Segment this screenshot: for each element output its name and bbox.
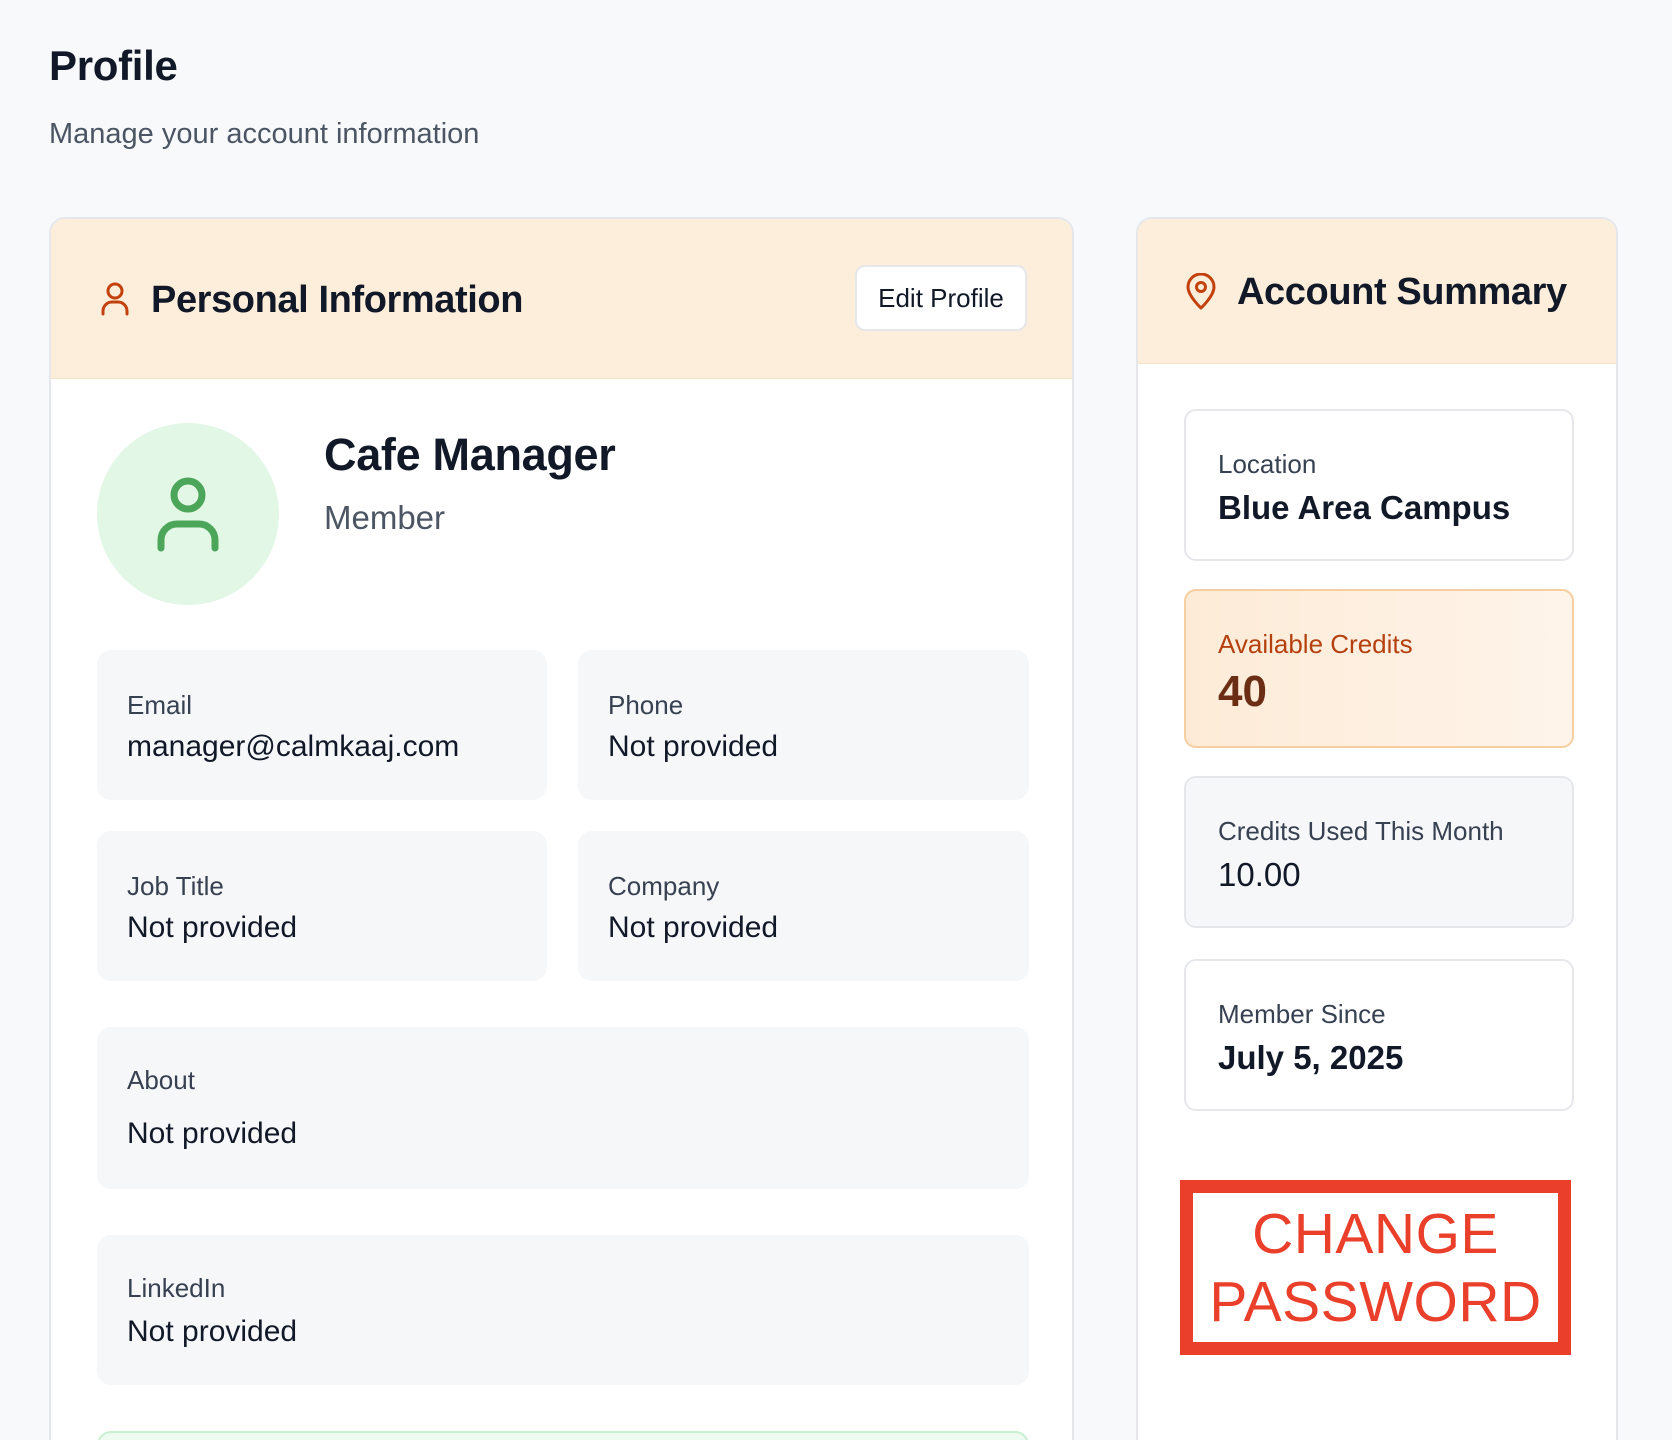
user-name: Cafe Manager	[324, 429, 616, 480]
phone-field: Phone Not provided	[578, 650, 1029, 800]
available-credits-summary: Available Credits 40	[1184, 589, 1574, 748]
about-value: Not provided	[127, 1117, 298, 1150]
about-field: About Not provided	[97, 1027, 1029, 1189]
email-value: manager@calmkaaj.com	[127, 730, 460, 763]
credits-used-label: Credits Used This Month	[1218, 816, 1504, 846]
map-pin-icon	[1184, 272, 1218, 311]
credits-used-value: 10.00	[1218, 856, 1301, 893]
location-summary: Location Blue Area Campus	[1184, 409, 1574, 561]
email-field: Email manager@calmkaaj.com	[97, 650, 547, 800]
avatar	[97, 423, 279, 605]
page-title: Profile	[49, 42, 178, 89]
change-password-button[interactable]: CHANGE PASSWORD	[1180, 1180, 1571, 1355]
linkedin-field: LinkedIn Not provided	[97, 1235, 1029, 1385]
about-label: About	[127, 1065, 195, 1095]
job-title-field: Job Title Not provided	[97, 831, 547, 981]
status-panel	[97, 1431, 1029, 1440]
linkedin-value: Not provided	[127, 1315, 298, 1348]
credits-used-summary: Credits Used This Month 10.00	[1184, 776, 1574, 928]
job-title-label: Job Title	[127, 871, 224, 901]
email-label: Email	[127, 690, 193, 720]
account-summary-header: Account Summary	[1138, 219, 1616, 364]
location-label: Location	[1218, 449, 1317, 479]
profile-page: Profile Manage your account information …	[0, 0, 1672, 1440]
location-value: Blue Area Campus	[1218, 489, 1511, 526]
personal-information-card: Personal Information Edit Profile Cafe M…	[49, 217, 1074, 1440]
company-value: Not provided	[608, 911, 779, 944]
member-since-summary: Member Since July 5, 2025	[1184, 959, 1574, 1111]
company-label: Company	[608, 871, 720, 901]
company-field: Company Not provided	[578, 831, 1029, 981]
user-icon	[99, 281, 131, 317]
change-password-label: CHANGE PASSWORD	[1209, 1201, 1542, 1334]
job-title-value: Not provided	[127, 911, 298, 944]
phone-label: Phone	[608, 690, 684, 720]
linkedin-label: LinkedIn	[127, 1273, 226, 1303]
member-since-value: July 5, 2025	[1218, 1039, 1404, 1076]
phone-value: Not provided	[608, 730, 779, 763]
personal-information-title: Personal Information	[151, 279, 524, 321]
available-credits-label: Available Credits	[1218, 629, 1413, 659]
edit-profile-button[interactable]: Edit Profile	[855, 265, 1027, 331]
account-summary-title: Account Summary	[1237, 271, 1567, 313]
personal-information-header: Personal Information Edit Profile	[51, 219, 1072, 379]
user-role: Member	[324, 499, 446, 536]
available-credits-value: 40	[1218, 667, 1267, 716]
avatar-user-icon	[157, 477, 219, 552]
member-since-label: Member Since	[1218, 999, 1386, 1029]
page-subtitle: Manage your account information	[49, 118, 480, 150]
